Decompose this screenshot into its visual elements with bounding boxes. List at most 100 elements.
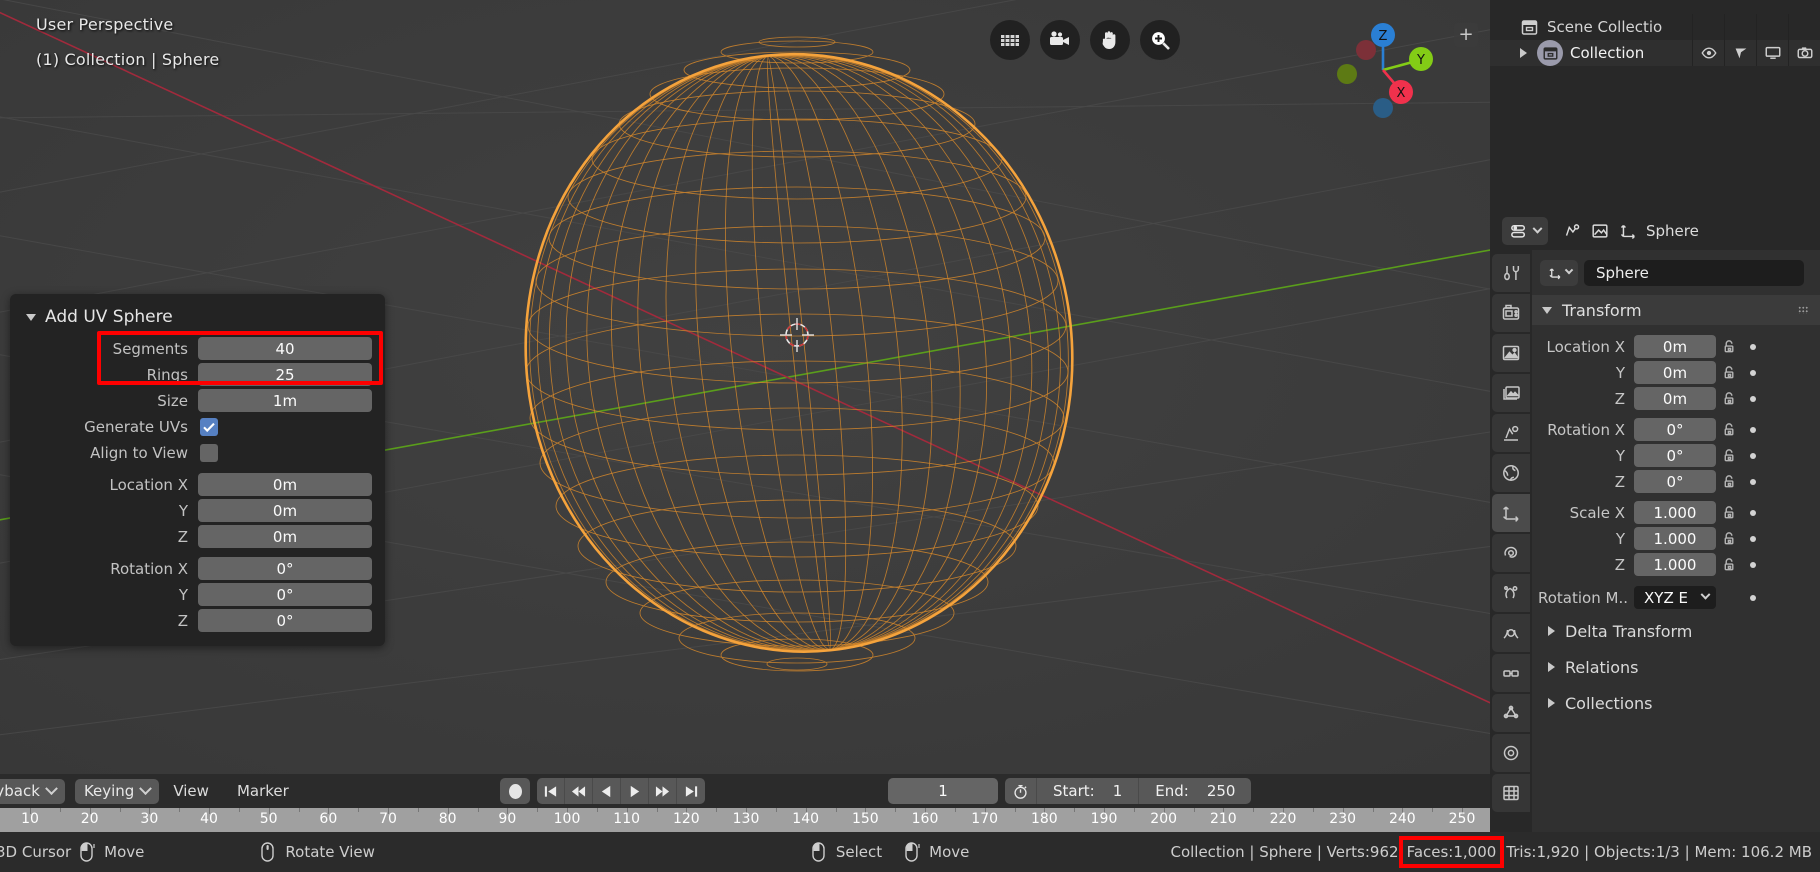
scale-y-animate-dot[interactable] [1742,535,1764,542]
align-to-view-checkbox[interactable] [200,443,218,462]
output-tab[interactable] [1492,334,1530,372]
location-x-animate-dot[interactable] [1742,343,1764,350]
rings-input[interactable]: 25 [198,363,372,386]
scale-x-lock-icon[interactable] [1716,505,1742,520]
size-input[interactable]: 1m [198,389,372,412]
relations-subpanel[interactable]: Relations [1532,652,1820,682]
rotation-x-animate-dot[interactable] [1742,426,1764,433]
rotation-mode-row[interactable]: Rotation M.. XYZ E [1532,585,1820,610]
rotation-mode-animate-dot[interactable] [1742,594,1764,601]
rotation-mode-dropdown[interactable]: XYZ E [1634,586,1716,609]
rotation-y-lock-icon[interactable] [1716,448,1742,463]
location-z-lock-icon[interactable] [1716,391,1742,406]
rotation-z-lock-icon[interactable] [1716,474,1742,489]
use-preview-range-icon[interactable] [1005,778,1037,804]
monitor-icon[interactable] [1756,40,1788,66]
op-location-z-row[interactable]: Z 0m [10,524,385,549]
rotation-y-animate-dot[interactable] [1742,452,1764,459]
zoom-view-icon[interactable] [1140,20,1180,60]
segments-row[interactable]: Segments 40 [10,336,385,361]
op-rotation-z-input[interactable]: 0° [198,609,372,632]
timeline-ruler[interactable]: 10 20 30 40 50 60 70 80 90 100 110 120 130 140 150 160 1… [0,808,1493,832]
material-tab[interactable] [1492,734,1530,772]
keying-menu[interactable]: Keying [74,778,160,804]
scale-z-input[interactable]: 1.000 [1634,553,1716,576]
transform-panel-header[interactable]: Transform [1532,295,1820,325]
op-location-x-input[interactable]: 0m [198,473,372,496]
object-tab[interactable] [1492,494,1530,532]
eye-icon[interactable] [1692,40,1724,66]
playback-menu[interactable]: Playback [0,778,65,804]
rotation-z-input[interactable]: 0° [1634,470,1716,493]
pan-view-icon[interactable] [1090,20,1130,60]
collections-subpanel[interactable]: Collections [1532,688,1820,718]
particles-tab[interactable] [1492,574,1530,612]
location-y-lock-icon[interactable] [1716,365,1742,380]
3d-viewport[interactable]: User Perspective (1) Collection | Sphere… [0,0,1490,774]
view-layer-tab[interactable] [1492,374,1530,412]
scale-z-lock-icon[interactable] [1716,557,1742,572]
rotation-y-input[interactable]: 0° [1634,444,1716,467]
disclosure-triangle-icon[interactable] [1520,48,1527,58]
location-x-row[interactable]: Location X 0m [1532,334,1820,359]
rotation-x-lock-icon[interactable] [1716,422,1742,437]
op-rotation-x-row[interactable]: Rotation X 0° [10,556,385,581]
rewind-button[interactable] [565,778,593,804]
constraints-tab[interactable] [1492,654,1530,692]
location-x-input[interactable]: 0m [1634,335,1716,358]
add-uv-sphere-panel-header[interactable]: Add UV Sphere [10,302,385,336]
modifiers-tab[interactable] [1492,534,1530,572]
camera-view-icon[interactable] [1040,20,1080,60]
object-name-input[interactable]: Sphere [1584,260,1804,286]
outliner-row-collection[interactable]: Collection [1490,40,1820,66]
location-y-input[interactable]: 0m [1634,361,1716,384]
rotation-z-animate-dot[interactable] [1742,478,1764,485]
timeline-view-menu[interactable]: View [159,782,223,800]
scale-x-row[interactable]: Scale X 1.000 [1532,500,1820,525]
add-uv-sphere-panel[interactable]: Add UV Sphere Segments 40 Rings 25 Size … [10,294,385,646]
scale-x-animate-dot[interactable] [1742,509,1764,516]
properties-tab-strip[interactable] [1490,250,1532,832]
world-tab[interactable] [1492,454,1530,492]
jump-to-start-button[interactable] [537,778,565,804]
op-location-y-input[interactable]: 0m [198,499,372,522]
rotation-z-row[interactable]: Z 0° [1532,469,1820,494]
location-z-input[interactable]: 0m [1634,387,1716,410]
scene-tab[interactable] [1492,414,1530,452]
timeline-marker-menu[interactable]: Marker [223,782,303,800]
play-reverse-button[interactable] [593,778,621,804]
current-frame-input[interactable]: 1 [888,778,998,804]
end-frame-field[interactable]: End: 250 [1139,778,1251,804]
physics-tab[interactable] [1492,614,1530,652]
scale-y-input[interactable]: 1.000 [1634,527,1716,550]
navigation-gizmo[interactable]: Z Y X [1330,18,1435,123]
scale-z-animate-dot[interactable] [1742,561,1764,568]
cursor-arrow-icon[interactable] [1724,40,1756,66]
delta-transform-subpanel[interactable]: Delta Transform [1532,616,1820,646]
jump-to-end-button[interactable] [677,778,705,804]
play-button[interactable] [621,778,649,804]
op-location-y-row[interactable]: Y 0m [10,498,385,523]
render-tab[interactable] [1492,294,1530,332]
location-y-row[interactable]: Y 0m [1532,360,1820,385]
rotation-x-input[interactable]: 0° [1634,418,1716,441]
op-location-x-row[interactable]: Location X 0m [10,472,385,497]
location-z-row[interactable]: Z 0m [1532,386,1820,411]
op-location-z-input[interactable]: 0m [198,525,372,548]
properties-editor[interactable]: Sphere Sphere Transform Location X 0m Y … [1490,212,1820,832]
camera-icon[interactable] [1788,40,1820,66]
record-keyframes-button[interactable] [500,778,530,804]
op-rotation-x-input[interactable]: 0° [198,557,372,580]
start-frame-field[interactable]: Start: 1 [1037,778,1140,804]
op-rotation-y-row[interactable]: Y 0° [10,582,385,607]
rotation-y-row[interactable]: Y 0° [1532,443,1820,468]
editor-type-button[interactable] [1502,217,1548,245]
toggle-xray-icon[interactable] [990,20,1030,60]
scale-z-row[interactable]: Z 1.000 [1532,552,1820,577]
op-rotation-y-input[interactable]: 0° [198,583,372,606]
data-tab[interactable] [1492,694,1530,732]
op-rotation-z-row[interactable]: Z 0° [10,608,385,633]
location-x-lock-icon[interactable] [1716,339,1742,354]
sidebar-toggle-button[interactable]: + [1454,23,1478,47]
scale-y-lock-icon[interactable] [1716,531,1742,546]
